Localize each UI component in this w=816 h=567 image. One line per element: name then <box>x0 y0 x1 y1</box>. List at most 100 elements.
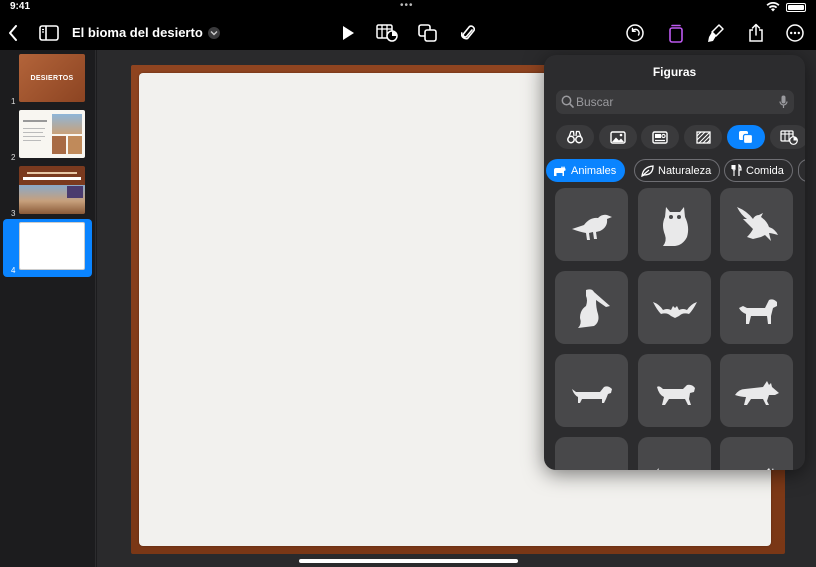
shapes-icon <box>739 131 754 144</box>
more-icon <box>786 24 804 42</box>
search-input[interactable] <box>576 94 766 110</box>
table-chart-icon <box>780 129 798 145</box>
slide-number: 1 <box>11 97 16 106</box>
slide-thumbnail-3[interactable]: 3 <box>0 162 92 220</box>
format-button[interactable] <box>703 21 729 45</box>
tab-texture[interactable] <box>684 125 722 149</box>
shapes-library-button[interactable] <box>663 21 689 45</box>
pelican-shape-icon <box>577 288 610 328</box>
chip-animals[interactable]: Animales <box>546 159 626 182</box>
sidebar-toggle-button[interactable] <box>36 21 62 45</box>
slide-3-preview <box>19 166 85 214</box>
category-tabs <box>556 125 805 149</box>
tab-binoculars[interactable] <box>556 125 594 149</box>
cat-shape-3-icon <box>766 467 774 470</box>
slide-thumbnail-2[interactable]: 2 <box>0 106 92 164</box>
tab-tables-charts[interactable] <box>770 125 805 149</box>
shape-tile[interactable] <box>638 354 711 427</box>
back-button[interactable] <box>0 21 26 45</box>
chip-more[interactable] <box>798 159 805 182</box>
chip-label: Naturaleza <box>658 164 712 177</box>
wifi-icon <box>766 2 780 12</box>
play-button[interactable] <box>335 21 361 45</box>
share-button[interactable] <box>743 21 769 45</box>
chevron-down-icon <box>207 26 220 39</box>
slide-2-preview <box>19 110 85 158</box>
sidebar-icon <box>39 25 59 41</box>
fork-knife-icon <box>731 164 742 176</box>
bat-shape-icon <box>652 301 697 318</box>
insert-shape-button[interactable] <box>415 21 441 45</box>
shapes-icon <box>418 24 437 42</box>
cat-icon <box>554 165 566 176</box>
shape-tile[interactable] <box>638 271 711 344</box>
shape-tile[interactable] <box>555 188 628 261</box>
slide-thumbnail-1[interactable]: DESIERTOS 1 <box>0 50 92 108</box>
slide-1-title: DESIERTOS <box>30 74 74 82</box>
shape-category-chips: Animales Naturaleza Comida <box>546 159 805 183</box>
cat-shape-2-icon <box>656 467 659 470</box>
chip-nature[interactable]: Naturaleza <box>634 159 721 182</box>
insert-table-chart-button[interactable] <box>374 21 400 45</box>
tab-shapes[interactable] <box>727 125 765 149</box>
slide-number: 4 <box>11 266 16 275</box>
chip-food[interactable]: Comida <box>724 159 793 182</box>
shapes-popover: Figuras Animales Natural <box>544 55 805 470</box>
slide-thumbnail-4[interactable]: 4 <box>3 219 92 277</box>
photo-icon <box>610 130 626 144</box>
shape-library-icon <box>669 24 683 43</box>
shape-tile[interactable] <box>555 271 628 344</box>
binoculars-icon <box>567 130 583 144</box>
paintbrush-icon <box>708 24 724 42</box>
wolf-shape-icon <box>734 380 779 405</box>
popover-title: Figuras <box>652 65 697 79</box>
search-field[interactable] <box>556 90 794 114</box>
table-chart-icon <box>376 24 398 42</box>
shape-tile[interactable] <box>720 437 793 470</box>
microphone-icon[interactable] <box>779 95 788 109</box>
shape-tile[interactable] <box>555 437 628 470</box>
cat-shape-icon <box>566 448 618 471</box>
play-icon <box>343 26 354 40</box>
dog-shape-icon <box>738 298 777 324</box>
chip-label: Comida <box>746 164 784 177</box>
slide-4-preview <box>19 222 85 270</box>
shape-tile[interactable] <box>720 188 793 261</box>
insert-media-button[interactable] <box>455 21 481 45</box>
chevron-left-icon <box>9 25 17 41</box>
shape-tile[interactable] <box>720 271 793 344</box>
eagle-shape-icon <box>736 206 778 241</box>
owl-shape-icon <box>662 206 688 246</box>
dog-walking-shape-icon <box>656 384 695 405</box>
slide-number: 2 <box>11 153 16 162</box>
slide-1-preview: DESIERTOS <box>19 54 85 102</box>
status-bar: 9:41 ••• <box>0 0 816 16</box>
texture-icon <box>695 130 711 144</box>
tab-photos[interactable] <box>599 125 637 149</box>
shape-tile[interactable] <box>638 188 711 261</box>
undo-button[interactable] <box>622 21 648 45</box>
battery-icon <box>786 2 806 12</box>
bird-shape-icon <box>571 214 612 240</box>
shape-tile[interactable] <box>638 437 711 470</box>
document-title-text: El bioma del desierto <box>72 25 203 40</box>
search-icon <box>561 95 574 108</box>
undo-icon <box>626 24 644 42</box>
document-title[interactable]: El bioma del desierto <box>72 25 220 40</box>
slide-navigator: DESIERTOS 1 2 3 4 + <box>0 50 96 567</box>
slide-number: 3 <box>11 209 16 218</box>
home-indicator[interactable] <box>299 559 518 563</box>
shape-tile[interactable] <box>720 354 793 427</box>
chip-label: Animales <box>571 164 617 177</box>
toolbar: El bioma del desierto <box>0 16 816 50</box>
share-icon <box>749 23 763 42</box>
shapes-grid <box>544 188 805 470</box>
status-time: 9:41 <box>10 1 31 12</box>
tab-media[interactable] <box>641 125 679 149</box>
media-icon <box>652 130 668 144</box>
multitasking-dots-icon[interactable]: ••• <box>400 0 414 11</box>
more-button[interactable] <box>782 21 808 45</box>
shape-tile[interactable] <box>555 354 628 427</box>
leaf-icon <box>641 164 654 177</box>
dachshund-shape-icon <box>571 385 612 403</box>
